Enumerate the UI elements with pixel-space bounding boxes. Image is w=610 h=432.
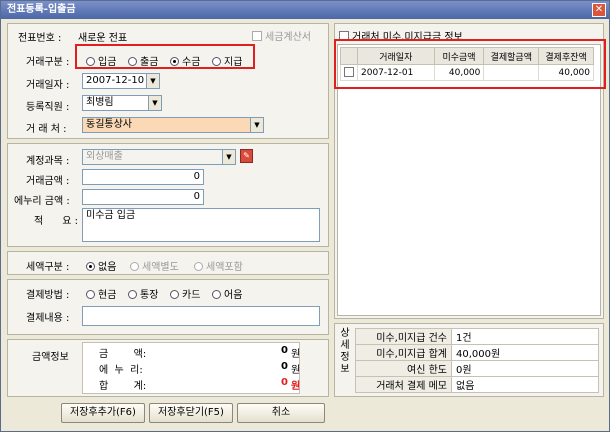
client-label: 거 래 처 : (26, 124, 67, 135)
summary-key: 미수,미지급 합계 (355, 344, 452, 361)
tax-type-label: 세액구분 : (26, 262, 70, 273)
radio-icon (128, 290, 137, 299)
chevron-down-icon[interactable]: ▼ (222, 150, 235, 164)
window-title: 전표등록-입출금 (7, 4, 76, 15)
trade-date-label: 거래일자 : (26, 80, 70, 91)
total-row-label: 합 계: (99, 381, 147, 392)
payment-method-radio-2[interactable]: 카드 (170, 286, 200, 301)
save-and-add-button[interactable]: 저장후추가(F6) (61, 403, 145, 423)
trade-type-label: 거래구분 : (26, 57, 70, 68)
edit-account-icon[interactable]: ✎ (240, 149, 253, 163)
trade-amount-label: 거래금액 : (26, 176, 70, 187)
memo-label: 적 요 : (34, 216, 79, 227)
voucher-no-label: 전표번호 : (18, 33, 62, 44)
amount-row-value: 0 (281, 345, 288, 356)
chevron-down-icon[interactable]: ▼ (250, 118, 263, 132)
payment-method-radio-1[interactable]: 통장 (128, 286, 158, 301)
highlight-trade-type (75, 44, 255, 69)
account-panel: 계정과목 : 외상매출 ▼ ✎ 거래금액 : 0 에누리 금액 : 0 적 요 :… (7, 143, 329, 247)
payment-panel: 결제방법 : 현금 통장 카드 어음 결제내용 : (7, 279, 329, 335)
total-row-unit: 원 (291, 381, 301, 392)
amount-info-panel: 금액정보 금 액: 0 원 에 누 리: 0 원 합 계: 0 원 (7, 339, 329, 397)
tax-type-radio-0[interactable]: 없음 (86, 258, 116, 273)
cancel-button[interactable]: 취소 (237, 403, 325, 423)
payment-detail-label: 결제내용 : (26, 313, 70, 324)
tax-type-radio-2[interactable]: 세액포함 (194, 258, 243, 273)
trade-amount-input[interactable]: 0 (82, 169, 204, 185)
summary-row: 거래처 결제 메모 없음 (355, 376, 599, 393)
payment-method-radio-0[interactable]: 현금 (86, 286, 116, 301)
summary-panel: 상세정보 미수,미지급 건수 1건 미수,미지급 합계 40,000원 여신 한도 0… (334, 323, 604, 397)
enuri-amount-label: 에누리 금액 : (14, 196, 70, 207)
amount-row-label: 금 액: (99, 349, 147, 360)
tax-type-panel: 세액구분 : 없음 세액별도 세액포함 (7, 251, 329, 275)
payment-method-radio-3[interactable]: 어음 (212, 286, 242, 301)
enuri-amount-input[interactable]: 0 (82, 189, 204, 205)
save-and-close-button[interactable]: 저장후닫기(F5) (149, 403, 233, 423)
highlight-receivable-table (334, 39, 606, 89)
staff-label: 등록직원 : (26, 102, 70, 113)
amount-info-box: 금 액: 0 원 에 누 리: 0 원 합 계: 0 원 (82, 342, 300, 394)
tax-invoice-checkbox[interactable]: 세금계산서 (252, 28, 311, 43)
enuri-row-label: 에 누 리: (99, 365, 143, 376)
amount-info-title: 금액정보 (32, 352, 69, 363)
summary-row: 여신 한도 0원 (355, 360, 599, 377)
summary-value: 없음 (451, 376, 599, 393)
account-subject-select[interactable]: 외상매출 ▼ (82, 149, 236, 165)
summary-table: 미수,미지급 건수 1건 미수,미지급 합계 40,000원 여신 한도 0원 거래처… (355, 328, 599, 393)
voucher-info-panel: 전표번호 : 새로운 전표 세금계산서 거래구분 : 입금 출금 수금 지급 거… (7, 23, 329, 139)
radio-icon (130, 262, 139, 271)
amount-row-unit: 원 (291, 349, 301, 360)
staff-select[interactable]: 최병림 ▼ (82, 95, 162, 111)
tax-invoice-check-icon (252, 31, 262, 41)
close-icon[interactable]: ✕ (592, 3, 606, 17)
title-bar: 전표등록-입출금 ✕ (1, 1, 609, 19)
chevron-down-icon[interactable]: ▼ (146, 74, 159, 88)
summary-value: 40,000원 (451, 344, 599, 361)
account-subject-label: 계정과목 : (26, 156, 70, 167)
tax-type-radio-1[interactable]: 세액별도 (130, 258, 179, 273)
radio-icon (170, 290, 179, 299)
summary-value: 1건 (451, 328, 599, 345)
payment-method-label: 결제방법 : (26, 290, 70, 301)
summary-key: 거래처 결제 메모 (355, 376, 452, 393)
radio-selected-icon (86, 262, 95, 271)
radio-icon (86, 290, 95, 299)
voucher-no-value: 새로운 전표 (78, 33, 128, 44)
radio-icon (212, 290, 221, 299)
summary-row: 미수,미지급 건수 1건 (355, 328, 599, 345)
payment-detail-input[interactable] (82, 306, 320, 326)
summary-key: 미수,미지급 건수 (355, 328, 452, 345)
radio-icon (194, 262, 203, 271)
summary-row: 미수,미지급 합계 40,000원 (355, 344, 599, 361)
enuri-row-unit: 원 (291, 365, 301, 376)
trade-date-picker[interactable]: 2007-12-10 ▼ (82, 73, 160, 89)
client-select[interactable]: 동길통상사 ▼ (82, 117, 264, 133)
chevron-down-icon[interactable]: ▼ (148, 96, 161, 110)
memo-textarea[interactable]: 미수금 입금 (82, 208, 320, 242)
summary-value: 0원 (451, 360, 599, 377)
enuri-row-value: 0 (281, 361, 288, 372)
summary-side-label: 상세정보 (340, 328, 350, 375)
voucher-window: 전표등록-입출금 ✕ 전표번호 : 새로운 전표 세금계산서 거래구분 : 입금… (0, 0, 610, 432)
summary-key: 여신 한도 (355, 360, 452, 377)
total-row-value: 0 (281, 377, 288, 388)
